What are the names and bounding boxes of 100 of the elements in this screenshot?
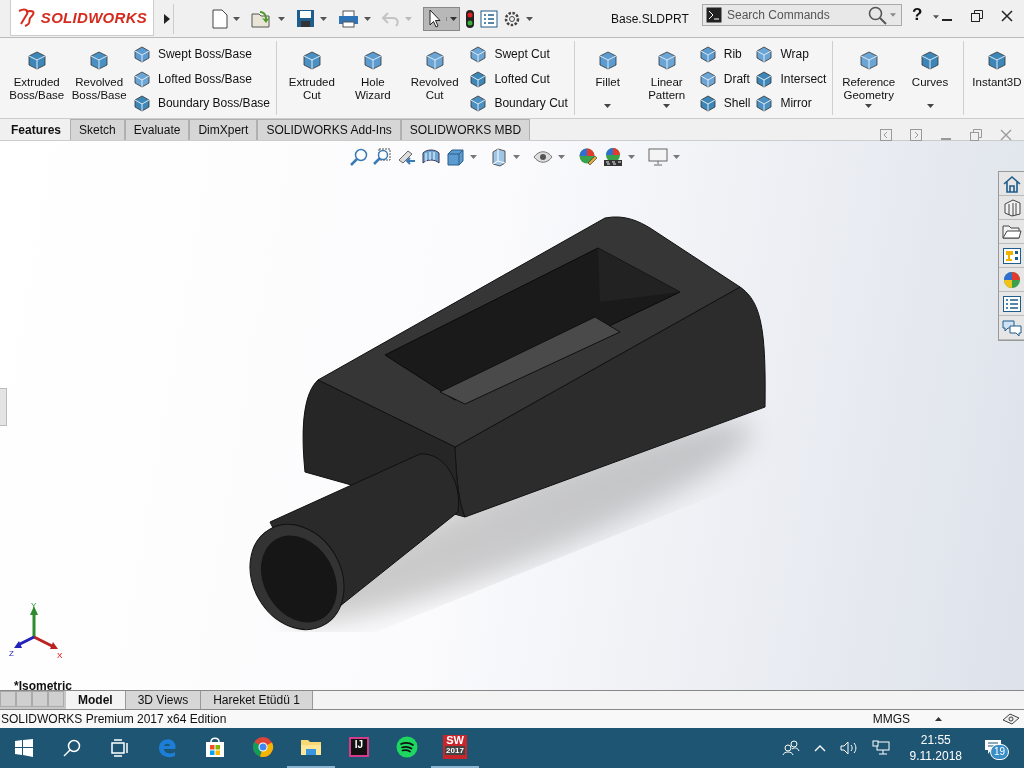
scene-icon[interactable] <box>603 147 623 167</box>
axis-label: Y <box>31 603 37 610</box>
ribbon-button[interactable]: Revolved Boss/Base <box>70 41 128 118</box>
ribbon-button[interactable]: Boundary Boss/Base <box>132 92 270 114</box>
cube-icon <box>132 45 151 63</box>
caret-icon[interactable] <box>278 16 285 21</box>
caret-icon[interactable] <box>933 15 939 19</box>
caret-icon[interactable] <box>320 16 327 21</box>
rebuild-icon[interactable] <box>1002 712 1020 726</box>
units-label[interactable]: MMGS <box>872 712 910 726</box>
model-tab[interactable]: 3D Views <box>125 691 202 709</box>
task-view-icon[interactable] <box>111 739 129 757</box>
ribbon-tab[interactable]: Evaluate <box>124 119 190 140</box>
traffic-light-icon[interactable] <box>465 8 475 29</box>
caret-icon <box>450 16 457 21</box>
windows-start-icon[interactable] <box>15 739 33 757</box>
ribbon-button[interactable]: Intersect <box>755 67 827 90</box>
cube-icon <box>596 49 619 71</box>
ribbon-button[interactable]: Mirror <box>755 92 827 114</box>
ribbon-button[interactable]: Swept Cut <box>469 43 568 65</box>
caret-icon[interactable] <box>364 16 371 21</box>
search-icon[interactable] <box>63 739 81 757</box>
chrome-icon[interactable] <box>252 736 274 758</box>
ribbon-button[interactable]: Boundary Cut <box>469 92 568 114</box>
appearance-icon[interactable] <box>578 147 598 167</box>
ribbon-button[interactable]: Lofted Boss/Base <box>132 67 270 90</box>
section-view-icon[interactable] <box>421 148 441 166</box>
print-icon[interactable] <box>338 9 359 28</box>
ribbon-button[interactable]: Revolved Cut <box>404 41 465 118</box>
tile-right-icon[interactable] <box>910 129 922 141</box>
select-button[interactable] <box>423 6 460 31</box>
tile-left-icon[interactable] <box>880 129 892 141</box>
axis-label: Z <box>9 649 14 658</box>
ribbon-button[interactable]: Extruded Boss/Base <box>8 41 66 118</box>
clock-time[interactable]: 21:55 <box>920 732 951 748</box>
ribbon-button[interactable]: Curves <box>903 41 958 118</box>
status-text: SOLIDWORKS Premium 2017 x64 Edition <box>1 712 227 726</box>
ribbon-button[interactable]: Shell <box>698 92 751 114</box>
save-icon[interactable] <box>296 9 315 28</box>
zoom-area-icon[interactable] <box>373 148 391 166</box>
logo-panel[interactable]: SOLIDWORKS <box>10 0 154 36</box>
cube-icon <box>755 69 774 88</box>
cube-icon <box>755 94 774 112</box>
ribbon-button[interactable]: Rib <box>698 43 751 65</box>
cube-icon <box>469 94 488 112</box>
spotify-icon[interactable] <box>396 736 418 758</box>
new-document-icon[interactable] <box>212 8 228 29</box>
open-folder-icon[interactable] <box>251 8 273 29</box>
model-tab[interactable]: Hareket Etüdü 1 <box>201 691 313 709</box>
help-button[interactable]: ? <box>912 5 923 25</box>
ribbon-button[interactable]: Swept Boss/Base <box>132 43 270 65</box>
previous-view-icon[interactable] <box>396 148 416 166</box>
caret-icon[interactable] <box>935 717 942 721</box>
search-bar[interactable]: Search Commands <box>702 4 902 26</box>
panel-handle[interactable] <box>0 388 7 426</box>
ribbon-button[interactable]: Instant3D <box>969 41 1024 118</box>
play-icon <box>162 12 171 25</box>
ribbon-tab[interactable]: SOLIDWORKS MBD <box>400 119 531 140</box>
zoom-to-fit-icon[interactable] <box>350 148 368 166</box>
ribbon-button[interactable]: Wrap <box>755 43 827 65</box>
ribbon-button[interactable]: Extruded Cut <box>282 41 341 118</box>
intellij-app-icon[interactable]: IJ <box>349 737 369 757</box>
ribbon-tab[interactable]: DimXpert <box>189 119 258 140</box>
search-icon[interactable] <box>868 5 887 25</box>
cube-icon <box>985 49 1008 71</box>
caret-icon <box>865 104 873 108</box>
ribbon-button[interactable]: Lofted Cut <box>469 67 568 90</box>
ribbon-button[interactable]: Draft <box>698 67 751 90</box>
display-style-icon[interactable] <box>490 147 508 167</box>
ribbon-button[interactable]: Fillet <box>580 41 635 118</box>
cube-icon <box>25 49 48 71</box>
cursor-icon <box>428 8 442 29</box>
folder-icon[interactable] <box>300 737 322 757</box>
network-icon[interactable] <box>871 740 890 756</box>
restore-icon[interactable] <box>970 9 984 23</box>
caret-icon <box>604 104 612 108</box>
ribbon-button[interactable]: Reference Geometry <box>839 41 899 118</box>
eye-icon[interactable] <box>533 150 553 164</box>
view-orientation-icon[interactable] <box>446 147 465 167</box>
chevron-up-icon[interactable] <box>813 744 826 752</box>
command-prompt-icon <box>706 7 722 23</box>
settings-icon[interactable] <box>503 9 521 28</box>
ribbon-button[interactable]: Linear Pattern <box>639 41 694 118</box>
close-icon[interactable] <box>1000 9 1014 23</box>
caret-icon[interactable] <box>233 16 240 21</box>
cube-icon <box>300 49 323 71</box>
people-icon[interactable] <box>781 740 800 756</box>
cube-icon <box>469 45 488 63</box>
solidworks-app-icon[interactable]: SW 2017 <box>443 735 467 759</box>
cube-icon <box>755 45 774 63</box>
list-icon[interactable] <box>480 9 498 28</box>
speaker-icon[interactable] <box>839 741 858 755</box>
clock-date[interactable]: 9.11.2018 <box>909 748 962 764</box>
axis-triad-drawing <box>14 606 58 649</box>
caret-icon[interactable] <box>526 16 533 21</box>
ribbon-tab[interactable]: Sketch <box>70 119 125 140</box>
axis-label: X <box>57 651 63 659</box>
ribbon-tab[interactable]: SOLIDWORKS Add-Ins <box>257 119 401 140</box>
store-bag-icon[interactable] <box>204 736 226 758</box>
ribbon-button[interactable]: Hole Wizard <box>345 41 400 118</box>
